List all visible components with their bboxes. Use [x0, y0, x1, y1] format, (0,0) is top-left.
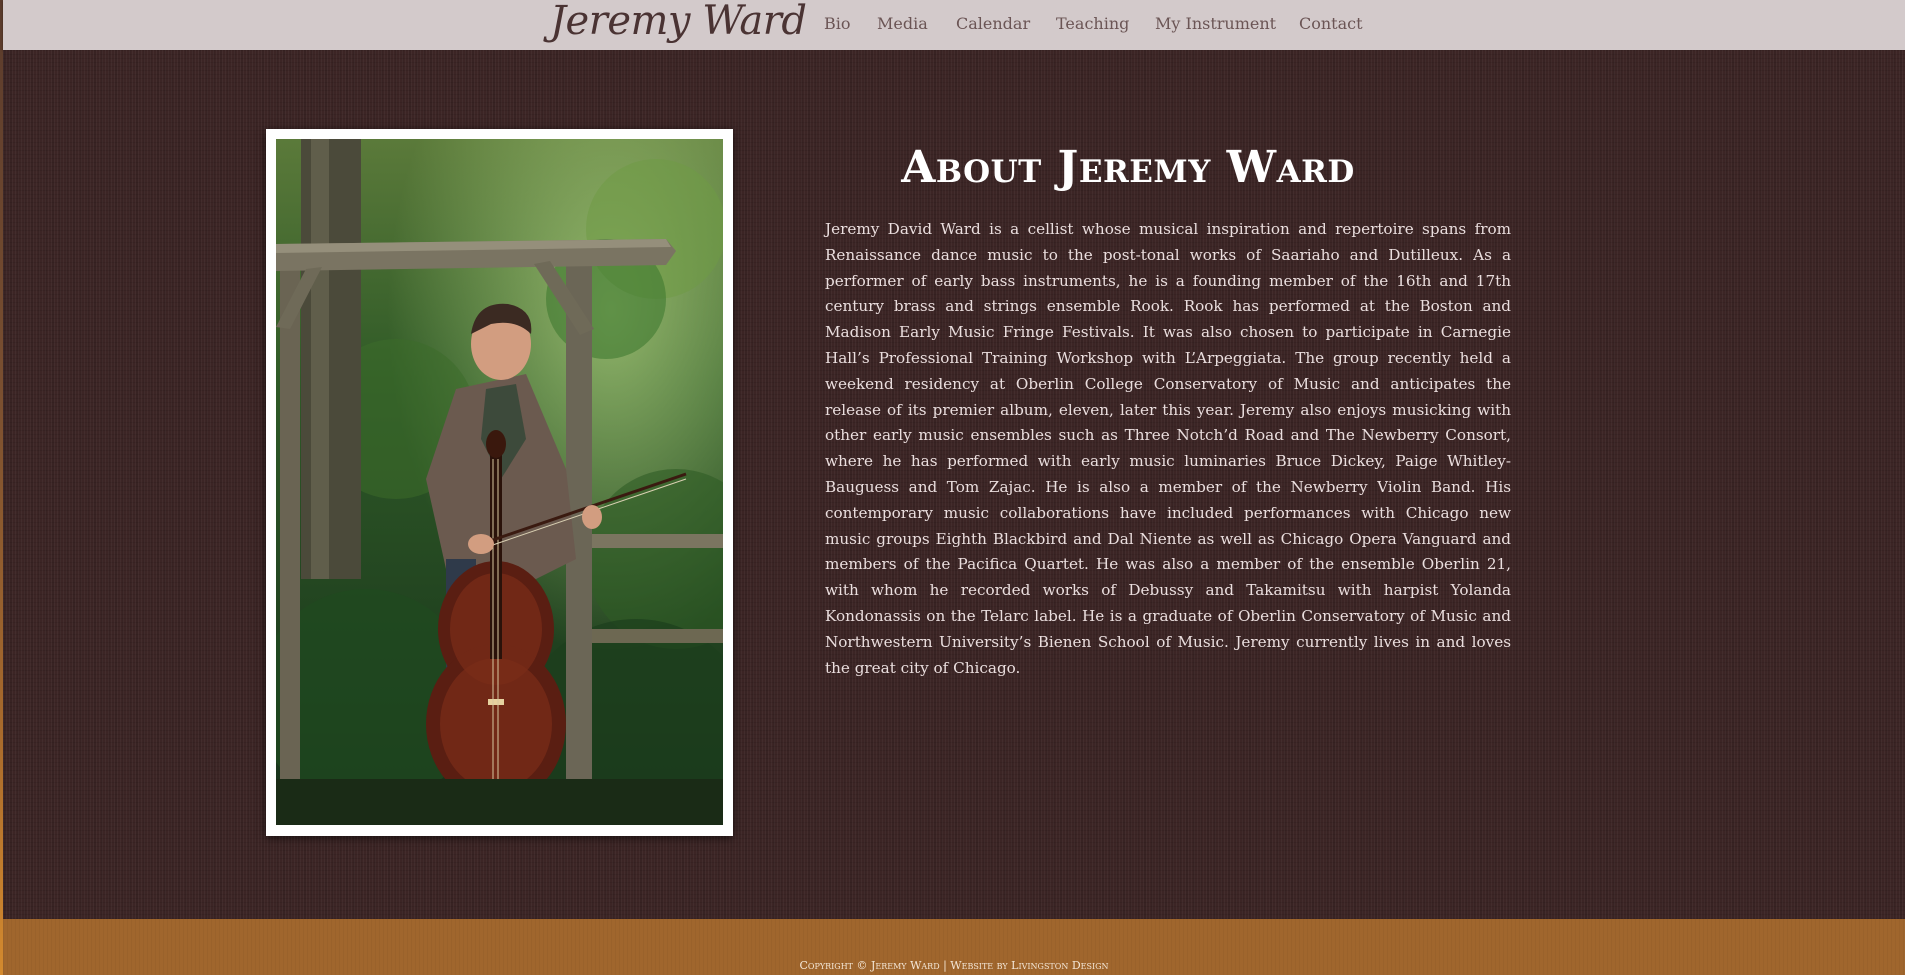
page-title: About Jeremy Ward — [901, 142, 1355, 194]
content-area: About Jeremy Ward Jeremy David Ward is a… — [3, 50, 1905, 919]
footer: Copyright © Jeremy Ward | Website by Liv… — [3, 919, 1905, 975]
nav-item-calendar[interactable]: Calendar — [956, 14, 1030, 33]
photo-frame — [266, 129, 733, 836]
site-logo[interactable]: Jeremy Ward — [550, 0, 807, 44]
nav-item-teaching[interactable]: Teaching — [1056, 14, 1129, 33]
copyright-text: Copyright © Jeremy Ward | Website by Liv… — [799, 959, 1109, 972]
nav-item-bio[interactable]: Bio — [824, 14, 851, 33]
top-navigation-bar: Jeremy Ward Bio Media Calendar Teaching … — [3, 0, 1905, 50]
nav-item-media[interactable]: Media — [877, 14, 928, 33]
cellist-photo — [276, 139, 723, 825]
nav-item-my-instrument[interactable]: My Instrument — [1155, 14, 1276, 33]
biography-text: Jeremy David Ward is a cellist whose mus… — [825, 220, 1511, 677]
nav-item-contact[interactable]: Contact — [1299, 14, 1363, 33]
